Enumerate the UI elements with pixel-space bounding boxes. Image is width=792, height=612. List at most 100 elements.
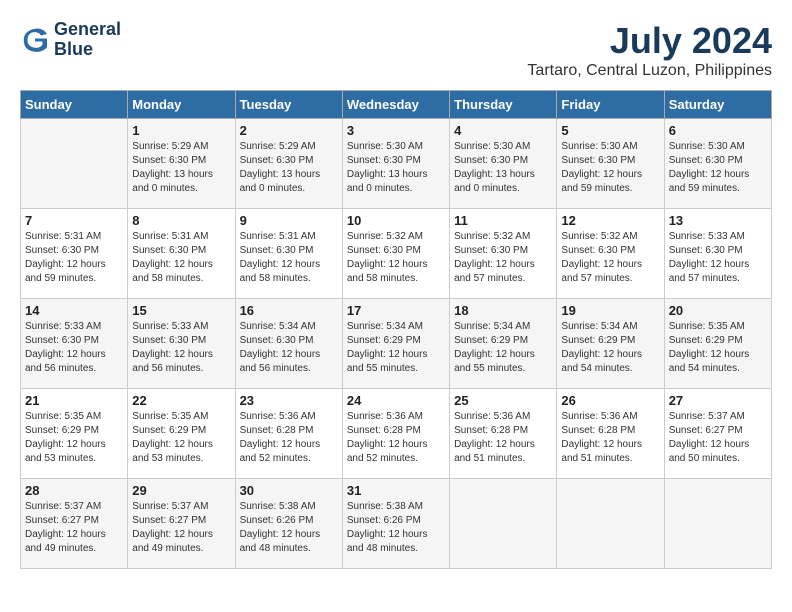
month-title: July 2024	[527, 20, 772, 62]
calendar-cell	[664, 479, 771, 569]
day-info: Sunrise: 5:37 AM Sunset: 6:27 PM Dayligh…	[25, 500, 123, 556]
day-info: Sunrise: 5:31 AM Sunset: 6:30 PM Dayligh…	[25, 230, 123, 286]
calendar-cell	[557, 479, 664, 569]
day-number: 30	[240, 483, 338, 498]
calendar-cell: 26 Sunrise: 5:36 AM Sunset: 6:28 PM Dayli…	[557, 389, 664, 479]
day-info: Sunrise: 5:30 AM Sunset: 6:30 PM Dayligh…	[669, 140, 767, 196]
logo-text: General Blue	[54, 20, 121, 60]
day-number: 6	[669, 123, 767, 138]
day-number: 31	[347, 483, 445, 498]
calendar-cell: 10 Sunrise: 5:32 AM Sunset: 6:30 PM Dayli…	[342, 209, 449, 299]
day-number: 17	[347, 303, 445, 318]
day-number: 3	[347, 123, 445, 138]
calendar-cell: 13 Sunrise: 5:33 AM Sunset: 6:30 PM Dayli…	[664, 209, 771, 299]
day-info: Sunrise: 5:38 AM Sunset: 6:26 PM Dayligh…	[240, 500, 338, 556]
calendar-cell: 7 Sunrise: 5:31 AM Sunset: 6:30 PM Daylig…	[21, 209, 128, 299]
day-info: Sunrise: 5:33 AM Sunset: 6:30 PM Dayligh…	[669, 230, 767, 286]
calendar-week-row: 1 Sunrise: 5:29 AM Sunset: 6:30 PM Daylig…	[21, 119, 772, 209]
day-info: Sunrise: 5:34 AM Sunset: 6:30 PM Dayligh…	[240, 320, 338, 376]
day-info: Sunrise: 5:33 AM Sunset: 6:30 PM Dayligh…	[25, 320, 123, 376]
day-info: Sunrise: 5:34 AM Sunset: 6:29 PM Dayligh…	[347, 320, 445, 376]
day-info: Sunrise: 5:30 AM Sunset: 6:30 PM Dayligh…	[347, 140, 445, 196]
day-info: Sunrise: 5:38 AM Sunset: 6:26 PM Dayligh…	[347, 500, 445, 556]
day-number: 26	[561, 393, 659, 408]
day-number: 27	[669, 393, 767, 408]
day-info: Sunrise: 5:35 AM Sunset: 6:29 PM Dayligh…	[669, 320, 767, 376]
weekday-header: Thursday	[450, 91, 557, 119]
day-info: Sunrise: 5:35 AM Sunset: 6:29 PM Dayligh…	[132, 410, 230, 466]
calendar-cell: 29 Sunrise: 5:37 AM Sunset: 6:27 PM Dayli…	[128, 479, 235, 569]
calendar-table: SundayMondayTuesdayWednesdayThursdayFrid…	[20, 90, 772, 569]
day-number: 1	[132, 123, 230, 138]
calendar-cell: 31 Sunrise: 5:38 AM Sunset: 6:26 PM Dayli…	[342, 479, 449, 569]
day-number: 12	[561, 213, 659, 228]
calendar-cell: 25 Sunrise: 5:36 AM Sunset: 6:28 PM Dayli…	[450, 389, 557, 479]
logo-icon	[20, 25, 50, 55]
calendar-cell	[21, 119, 128, 209]
day-number: 28	[25, 483, 123, 498]
calendar-cell: 3 Sunrise: 5:30 AM Sunset: 6:30 PM Daylig…	[342, 119, 449, 209]
calendar-cell: 2 Sunrise: 5:29 AM Sunset: 6:30 PM Daylig…	[235, 119, 342, 209]
day-number: 23	[240, 393, 338, 408]
page-header: General Blue July 2024 Tartaro, Central …	[20, 20, 772, 80]
day-info: Sunrise: 5:32 AM Sunset: 6:30 PM Dayligh…	[347, 230, 445, 286]
day-number: 22	[132, 393, 230, 408]
calendar-week-row: 14 Sunrise: 5:33 AM Sunset: 6:30 PM Dayli…	[21, 299, 772, 389]
day-info: Sunrise: 5:32 AM Sunset: 6:30 PM Dayligh…	[454, 230, 552, 286]
day-number: 2	[240, 123, 338, 138]
calendar-cell: 4 Sunrise: 5:30 AM Sunset: 6:30 PM Daylig…	[450, 119, 557, 209]
day-info: Sunrise: 5:36 AM Sunset: 6:28 PM Dayligh…	[561, 410, 659, 466]
calendar-cell: 1 Sunrise: 5:29 AM Sunset: 6:30 PM Daylig…	[128, 119, 235, 209]
calendar-cell: 17 Sunrise: 5:34 AM Sunset: 6:29 PM Dayli…	[342, 299, 449, 389]
day-info: Sunrise: 5:36 AM Sunset: 6:28 PM Dayligh…	[347, 410, 445, 466]
day-number: 8	[132, 213, 230, 228]
location-title: Tartaro, Central Luzon, Philippines	[527, 62, 772, 80]
day-info: Sunrise: 5:34 AM Sunset: 6:29 PM Dayligh…	[561, 320, 659, 376]
day-number: 24	[347, 393, 445, 408]
title-section: July 2024 Tartaro, Central Luzon, Philip…	[527, 20, 772, 80]
day-number: 25	[454, 393, 552, 408]
day-number: 21	[25, 393, 123, 408]
calendar-cell: 5Sunrise: 5:30 AM Sunset: 6:30 PM Daylig…	[557, 119, 664, 209]
calendar-week-row: 21 Sunrise: 5:35 AM Sunset: 6:29 PM Dayli…	[21, 389, 772, 479]
day-info: Sunrise: 5:37 AM Sunset: 6:27 PM Dayligh…	[669, 410, 767, 466]
day-number: 10	[347, 213, 445, 228]
day-info: Sunrise: 5:29 AM Sunset: 6:30 PM Dayligh…	[132, 140, 230, 196]
day-number: 29	[132, 483, 230, 498]
weekday-header-row: SundayMondayTuesdayWednesdayThursdayFrid…	[21, 91, 772, 119]
day-info: Sunrise: 5:37 AM Sunset: 6:27 PM Dayligh…	[132, 500, 230, 556]
weekday-header: Wednesday	[342, 91, 449, 119]
day-number: 4	[454, 123, 552, 138]
day-info: Sunrise: 5:34 AM Sunset: 6:29 PM Dayligh…	[454, 320, 552, 376]
day-info: Sunrise: 5:35 AM Sunset: 6:29 PM Dayligh…	[25, 410, 123, 466]
logo: General Blue	[20, 20, 121, 60]
calendar-cell: 15 Sunrise: 5:33 AM Sunset: 6:30 PM Dayli…	[128, 299, 235, 389]
weekday-header: Sunday	[21, 91, 128, 119]
calendar-week-row: 28 Sunrise: 5:37 AM Sunset: 6:27 PM Dayli…	[21, 479, 772, 569]
day-info: Sunrise: 5:30 AM Sunset: 6:30 PM Dayligh…	[454, 140, 552, 196]
calendar-cell: 18Sunrise: 5:34 AM Sunset: 6:29 PM Dayli…	[450, 299, 557, 389]
day-number: 14	[25, 303, 123, 318]
day-info: Sunrise: 5:29 AM Sunset: 6:30 PM Dayligh…	[240, 140, 338, 196]
day-info: Sunrise: 5:31 AM Sunset: 6:30 PM Dayligh…	[132, 230, 230, 286]
calendar-cell: 20 Sunrise: 5:35 AM Sunset: 6:29 PM Dayli…	[664, 299, 771, 389]
weekday-header: Friday	[557, 91, 664, 119]
calendar-cell: 24 Sunrise: 5:36 AM Sunset: 6:28 PM Dayli…	[342, 389, 449, 479]
day-number: 20	[669, 303, 767, 318]
day-info: Sunrise: 5:32 AM Sunset: 6:30 PM Dayligh…	[561, 230, 659, 286]
calendar-cell: 30 Sunrise: 5:38 AM Sunset: 6:26 PM Dayli…	[235, 479, 342, 569]
day-number: 13	[669, 213, 767, 228]
day-info: Sunrise: 5:31 AM Sunset: 6:30 PM Dayligh…	[240, 230, 338, 286]
calendar-cell	[450, 479, 557, 569]
day-info: Sunrise: 5:36 AM Sunset: 6:28 PM Dayligh…	[454, 410, 552, 466]
weekday-header: Saturday	[664, 91, 771, 119]
calendar-cell: 9Sunrise: 5:31 AM Sunset: 6:30 PM Daylig…	[235, 209, 342, 299]
calendar-cell: 8 Sunrise: 5:31 AM Sunset: 6:30 PM Daylig…	[128, 209, 235, 299]
calendar-cell: 22 Sunrise: 5:35 AM Sunset: 6:29 PM Dayli…	[128, 389, 235, 479]
day-number: 7	[25, 213, 123, 228]
calendar-cell: 11Sunrise: 5:32 AM Sunset: 6:30 PM Dayli…	[450, 209, 557, 299]
day-number: 15	[132, 303, 230, 318]
weekday-header: Monday	[128, 91, 235, 119]
calendar-cell: 14 Sunrise: 5:33 AM Sunset: 6:30 PM Dayli…	[21, 299, 128, 389]
day-info: Sunrise: 5:33 AM Sunset: 6:30 PM Dayligh…	[132, 320, 230, 376]
